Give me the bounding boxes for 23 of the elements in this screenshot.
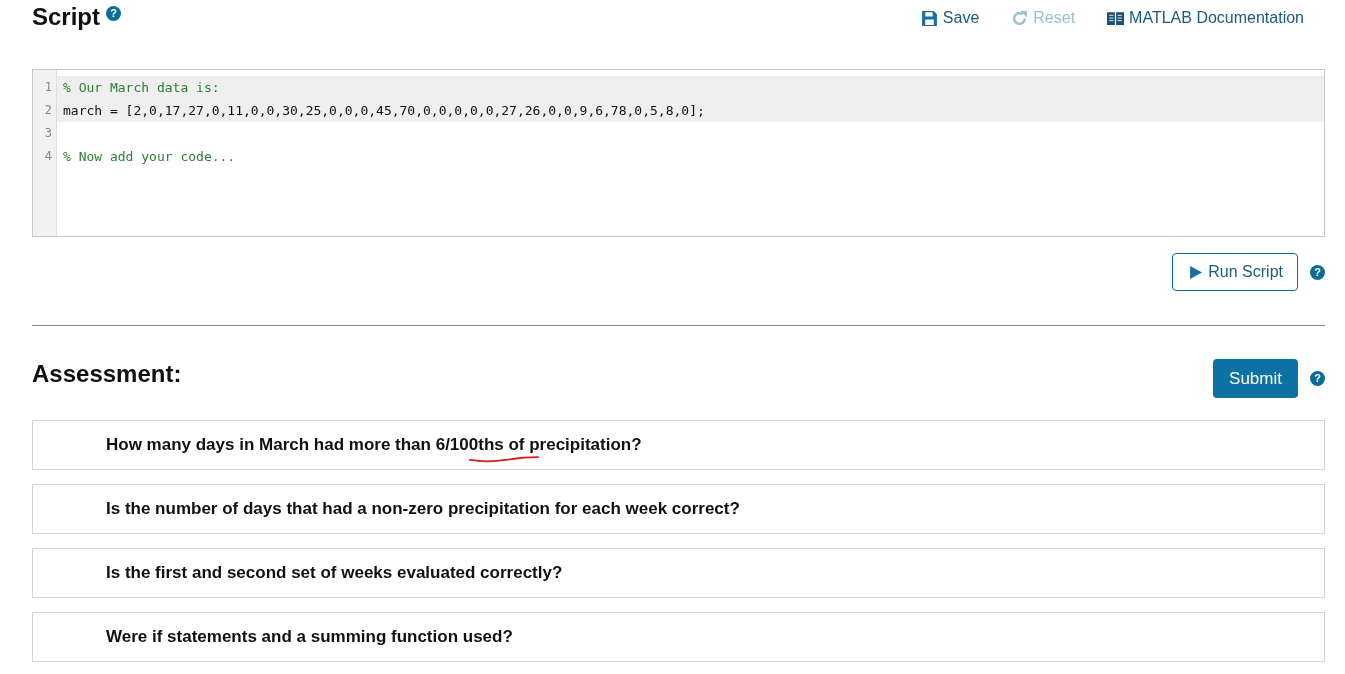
question-text: Is the number of days that had a non-zero precipitation for each week correct?	[106, 499, 740, 519]
run-script-button[interactable]: Run Script	[1172, 253, 1298, 291]
section-title: Assessment:	[32, 360, 182, 388]
help-icon[interactable]: ?	[106, 6, 121, 21]
code-line: % Now add your code...	[62, 148, 237, 166]
help-icon[interactable]: ?	[1310, 371, 1325, 386]
save-button[interactable]: Save	[920, 9, 980, 27]
submit-button[interactable]: Submit	[1213, 359, 1298, 398]
section-title: Script	[32, 2, 100, 32]
line-number: 1	[43, 79, 53, 96]
save-icon	[920, 9, 938, 27]
question-text: Is the first and second set of weeks evaluated correctly?	[106, 563, 563, 583]
help-icon[interactable]: ?	[1310, 264, 1325, 280]
code-editor[interactable]: 1 % Our March data is: 2 march = [2,0,17,27,0,11,0,0,30,25,0,0,0,45,70,0,0,0,0,0,27,26,0,0,9,6,78,0,5,8,0]; 3 4 % Now add your code...	[32, 69, 1325, 237]
docs-button[interactable]: MATLAB Documentation	[1107, 9, 1304, 27]
question-text: Were if statements and a summing function used?	[106, 627, 513, 647]
line-number: 2	[43, 102, 53, 119]
refresh-icon	[1011, 9, 1029, 27]
question-text: How many days in March had more than 6/100ths of precipitation?	[106, 435, 642, 455]
line-number: 3	[43, 125, 53, 142]
line-number: 4	[43, 148, 53, 165]
book-icon	[1107, 9, 1125, 27]
play-icon	[1189, 265, 1203, 279]
